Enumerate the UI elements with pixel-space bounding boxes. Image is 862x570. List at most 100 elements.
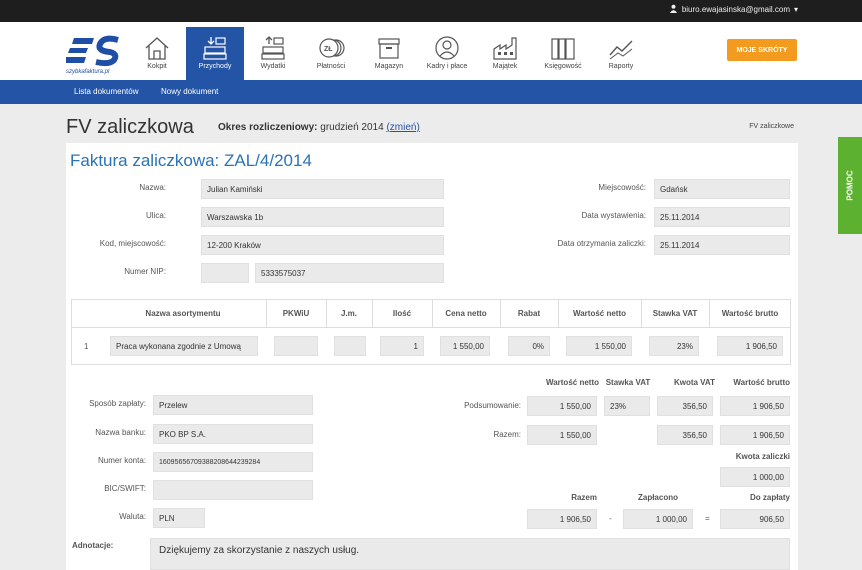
svg-text:ZŁ: ZŁ <box>324 46 333 53</box>
subnav-document-list[interactable]: Lista dokumentów <box>74 87 138 96</box>
item-net-field: 1 550,00 <box>566 336 632 356</box>
nav-label: Magazyn <box>374 63 404 70</box>
final-header-paid: Zapłacono <box>637 493 678 502</box>
col-header-unit: J.m. <box>340 309 357 318</box>
nav-label: Przychody <box>198 63 232 70</box>
item-vat-field[interactable]: 23% <box>649 336 699 356</box>
summary-vat: 23% <box>604 396 650 416</box>
place-label: Miejscowość: <box>598 183 646 192</box>
item-price-field[interactable]: 1 550,00 <box>440 336 490 356</box>
city-label: Kod, miejscowość: <box>99 239 166 248</box>
breadcrumb[interactable]: FV zaliczkowe <box>749 123 794 130</box>
nip-field[interactable]: 5333575037 <box>255 263 444 283</box>
table-divider <box>72 327 790 328</box>
name-label: Nazwa: <box>139 183 166 192</box>
subnav-new-document[interactable]: Nowy dokument <box>161 87 218 96</box>
equals-sign: = <box>705 514 710 523</box>
issue-date-field[interactable]: 25.11.2014 <box>654 207 790 227</box>
swift-field[interactable] <box>153 480 313 500</box>
received-date-label: Data otrzymania zaliczki: <box>557 239 646 248</box>
minus-sign: - <box>609 514 612 523</box>
home-icon <box>145 37 169 60</box>
books-icon <box>551 38 575 60</box>
nav-raporty[interactable]: Raporty <box>592 27 650 80</box>
col-header-pkwiu: PKWiU <box>282 309 310 318</box>
final-header-due: Do zapłaty <box>749 493 790 502</box>
name-field[interactable]: Julian Kamiński <box>201 179 444 199</box>
received-date-field[interactable]: 25.11.2014 <box>654 235 790 255</box>
account-field[interactable]: 16095656709388208644239284 <box>153 452 313 472</box>
nav-ksiegowosc[interactable]: Księgowość <box>534 27 592 80</box>
period-value: grudzień 2014 <box>320 122 384 133</box>
city-field[interactable]: 12-200 Kraków <box>201 235 444 255</box>
payment-method-select[interactable]: Przelew <box>153 395 313 415</box>
item-discount-field[interactable]: 0% <box>508 336 550 356</box>
payment-method-label: Sposób zapłaty: <box>89 399 146 408</box>
summary-gross: 1 906,50 <box>720 396 790 416</box>
summary-net: 1 550,00 <box>527 396 597 416</box>
currency-label: Waluta: <box>119 512 146 521</box>
nav-label: Księgowość <box>544 63 582 70</box>
help-tab[interactable]: POMOC <box>838 137 862 234</box>
period-info: Okres rozliczeniowy: grudzień 2014 (zmie… <box>218 122 420 133</box>
place-field[interactable]: Gdańsk <box>654 179 790 199</box>
total-net: 1 550,00 <box>527 425 597 445</box>
total-gross: 1 906,50 <box>720 425 790 445</box>
chevron-down-icon: ▾ <box>793 5 798 14</box>
nav-przychody[interactable]: Przychody <box>186 27 244 80</box>
shortcuts-button[interactable]: MOJE SKRÓTY <box>727 39 797 61</box>
nav-label: Raporty <box>608 63 634 70</box>
nav-label: Wydatki <box>260 63 286 70</box>
help-label: POMOC <box>845 170 855 201</box>
street-field[interactable]: Warszawska 1b <box>201 207 444 227</box>
col-header-price: Cena netto <box>445 309 487 318</box>
bank-field[interactable]: PKO BP S.A. <box>153 424 313 444</box>
total-vat-amount: 356,50 <box>657 425 713 445</box>
nav-kadry[interactable]: Kadry i płace <box>418 27 476 80</box>
user-menu[interactable]: biuro.ewajasinska@gmail.com ▾ <box>669 4 798 15</box>
account-label: Numer konta: <box>97 456 146 465</box>
nav-kokpit[interactable]: Kokpit <box>128 27 186 80</box>
final-total: 1 906,50 <box>527 509 597 529</box>
col-header-discount: Rabat <box>517 309 541 318</box>
sum-header-net: Wartość netto <box>545 378 599 387</box>
nav-wydatki[interactable]: Wydatki <box>244 27 302 80</box>
due-field: 906,50 <box>720 509 790 529</box>
item-qty-field[interactable]: 1 <box>380 336 424 356</box>
nav-magazyn[interactable]: Magazyn <box>360 27 418 80</box>
nav-platnosci[interactable]: ZŁ Płatności <box>302 27 360 80</box>
col-header-vat: Stawka VAT <box>652 309 698 318</box>
item-gross-field: 1 906,50 <box>717 336 783 356</box>
col-header-net: Wartość netto <box>572 309 627 318</box>
nav-label: Kadry i płace <box>426 63 468 70</box>
summary-label: Podsumowanie: <box>464 401 521 410</box>
chart-line-icon <box>609 40 633 60</box>
period-change-link[interactable]: (zmień) <box>386 122 419 133</box>
street-label: Ulica: <box>145 211 166 220</box>
user-email: biuro.ewajasinska@gmail.com <box>681 5 790 14</box>
currency-select[interactable]: PLN <box>153 508 205 528</box>
nav-label: Majątek <box>492 63 518 70</box>
bank-label: Nazwa banku: <box>95 428 146 437</box>
swift-label: BIC/SWIFT: <box>104 484 146 493</box>
notes-label: Adnotacje: <box>72 541 114 550</box>
item-name-field[interactable]: Praca wykonana zgodnie z Umową <box>110 336 258 356</box>
notes-field[interactable]: Dziękujemy za skorzystanie z naszych usł… <box>150 538 790 570</box>
issue-date-label: Data wystawienia: <box>581 211 646 220</box>
coins-icon: ZŁ <box>319 38 345 58</box>
nav-majatek[interactable]: Majątek <box>476 27 534 80</box>
nip-prefix-field[interactable] <box>201 263 249 283</box>
item-pkwiu-field[interactable] <box>274 336 318 356</box>
col-header-gross: Wartość brutto <box>721 309 779 318</box>
advance-field[interactable]: 1 000,00 <box>720 467 790 487</box>
cash-register-out-icon <box>261 36 285 60</box>
final-header-total: Razem <box>571 493 597 502</box>
col-header-qty: Ilość <box>392 309 412 318</box>
sum-header-vat: Stawka VAT <box>605 378 651 387</box>
paid-field: 1 000,00 <box>623 509 693 529</box>
sum-header-vat-amount: Kwota VAT <box>673 378 715 387</box>
item-unit-field[interactable] <box>334 336 366 356</box>
box-icon <box>378 38 400 59</box>
summary-vat-amount: 356,50 <box>657 396 713 416</box>
advance-label: Kwota zaliczki <box>735 452 790 461</box>
